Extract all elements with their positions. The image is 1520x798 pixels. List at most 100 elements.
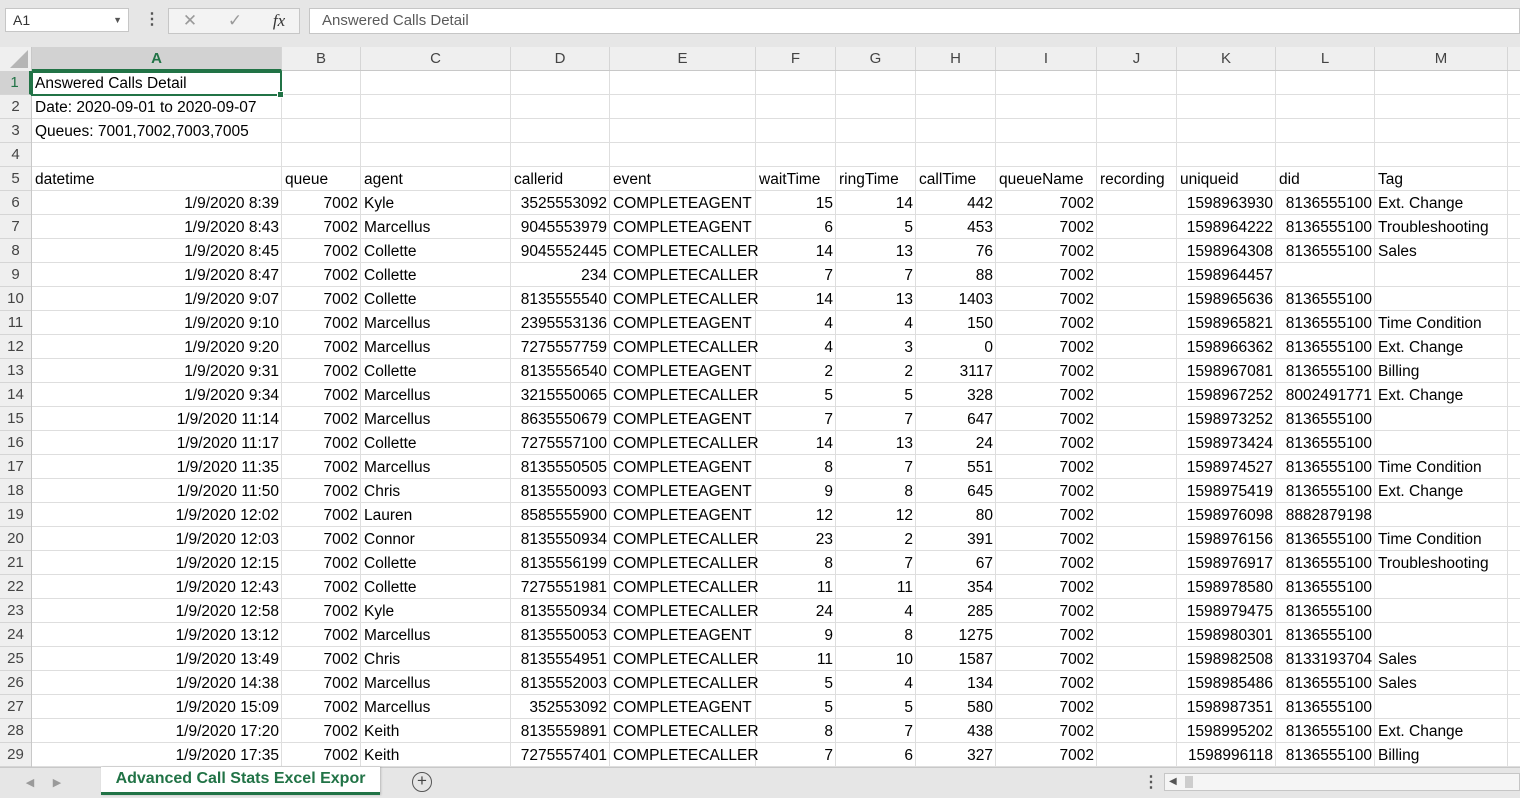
row-header[interactable]: 23 bbox=[0, 599, 31, 623]
cell[interactable]: 7002 bbox=[282, 551, 361, 575]
row-header[interactable]: 29 bbox=[0, 743, 31, 767]
cell[interactable]: COMPLETEAGENT bbox=[610, 503, 756, 527]
column-header-c[interactable]: C bbox=[361, 47, 511, 70]
row-header[interactable]: 3 bbox=[0, 119, 31, 143]
cell[interactable]: 1598976917 bbox=[1177, 551, 1276, 575]
cell[interactable]: 8002491771 bbox=[1276, 383, 1375, 407]
cell[interactable]: 7002 bbox=[282, 431, 361, 455]
cell[interactable]: 8136555100 bbox=[1276, 527, 1375, 551]
cell[interactable]: 67 bbox=[916, 551, 996, 575]
row-header[interactable]: 2 bbox=[0, 95, 31, 119]
cell[interactable]: 11 bbox=[756, 575, 836, 599]
cell[interactable]: 7002 bbox=[282, 455, 361, 479]
cell[interactable]: 1275 bbox=[916, 623, 996, 647]
cell[interactable]: 6 bbox=[756, 215, 836, 239]
cell[interactable]: 1/9/2020 11:35 bbox=[32, 455, 282, 479]
cell[interactable]: 7002 bbox=[996, 551, 1097, 575]
cell[interactable]: 8136555100 bbox=[1276, 311, 1375, 335]
cell[interactable]: 1/9/2020 13:49 bbox=[32, 647, 282, 671]
cell[interactable]: Billing bbox=[1375, 743, 1508, 767]
cell[interactable]: COMPLETECALLER bbox=[610, 431, 759, 455]
cell[interactable]: 8136555100 bbox=[1276, 431, 1375, 455]
column-header-i[interactable]: I bbox=[996, 47, 1097, 70]
cell[interactable]: 7002 bbox=[996, 695, 1097, 719]
cell[interactable]: Troubleshooting bbox=[1375, 551, 1508, 575]
cell[interactable]: 8635550679 bbox=[511, 407, 610, 431]
cell[interactable]: 1/9/2020 9:07 bbox=[32, 287, 282, 311]
cell[interactable]: COMPLETECALLER bbox=[610, 551, 759, 575]
cell[interactable]: Sales bbox=[1375, 671, 1508, 695]
cell[interactable]: Collette bbox=[361, 359, 511, 383]
cell[interactable]: Collette bbox=[361, 575, 511, 599]
cell[interactable]: 88 bbox=[916, 263, 996, 287]
cell[interactable]: 3117 bbox=[916, 359, 996, 383]
row-header[interactable]: 20 bbox=[0, 527, 31, 551]
cell[interactable]: Marcellus bbox=[361, 407, 511, 431]
cell[interactable]: 7002 bbox=[996, 239, 1097, 263]
cell[interactable]: 1/9/2020 12:58 bbox=[32, 599, 282, 623]
row-header[interactable]: 14 bbox=[0, 383, 31, 407]
row-header[interactable]: 17 bbox=[0, 455, 31, 479]
cell[interactable]: 8136555100 bbox=[1276, 551, 1375, 575]
cell[interactable]: 12 bbox=[836, 503, 916, 527]
cell[interactable]: 134 bbox=[916, 671, 996, 695]
column-header-d[interactable]: D bbox=[511, 47, 610, 70]
cell[interactable]: 7002 bbox=[996, 671, 1097, 695]
cell[interactable]: 7 bbox=[836, 551, 916, 575]
select-all-button[interactable] bbox=[0, 47, 32, 71]
cell[interactable]: 1598967252 bbox=[1177, 383, 1276, 407]
scrollbar-thumb[interactable] bbox=[1185, 776, 1193, 788]
cell[interactable]: 1598966362 bbox=[1177, 335, 1276, 359]
cell[interactable]: 8136555100 bbox=[1276, 671, 1375, 695]
row-header[interactable]: 8 bbox=[0, 239, 31, 263]
cell[interactable]: 8135556199 bbox=[511, 551, 610, 575]
cell[interactable]: 8136555100 bbox=[1276, 575, 1375, 599]
row-header[interactable]: 21 bbox=[0, 551, 31, 575]
cell[interactable]: 8 bbox=[836, 479, 916, 503]
cell[interactable]: 9 bbox=[756, 623, 836, 647]
cell[interactable]: 8136555100 bbox=[1276, 743, 1375, 767]
cell[interactable]: Keith bbox=[361, 743, 511, 767]
cell[interactable]: 2 bbox=[836, 527, 916, 551]
cell[interactable]: 23 bbox=[756, 527, 836, 551]
cell[interactable]: Collette bbox=[361, 431, 511, 455]
cell[interactable]: Kyle bbox=[361, 599, 511, 623]
cell[interactable]: COMPLETEAGENT bbox=[610, 215, 756, 239]
chevron-down-icon[interactable]: ▼ bbox=[113, 9, 122, 31]
cell[interactable]: waitTime bbox=[756, 167, 836, 191]
cell[interactable]: 1/9/2020 11:14 bbox=[32, 407, 282, 431]
row-header[interactable]: 16 bbox=[0, 431, 31, 455]
cell[interactable]: 7 bbox=[836, 407, 916, 431]
cell[interactable]: COMPLETEAGENT bbox=[610, 695, 756, 719]
cell[interactable]: 1598987351 bbox=[1177, 695, 1276, 719]
cell[interactable]: Lauren bbox=[361, 503, 511, 527]
cell[interactable]: 1598995202 bbox=[1177, 719, 1276, 743]
cell[interactable]: 8135550053 bbox=[511, 623, 610, 647]
cell[interactable]: 1/9/2020 9:34 bbox=[32, 383, 282, 407]
cell[interactable]: 7002 bbox=[996, 599, 1097, 623]
row-header[interactable]: 19 bbox=[0, 503, 31, 527]
cell[interactable]: 442 bbox=[916, 191, 996, 215]
cell[interactable]: 285 bbox=[916, 599, 996, 623]
cell[interactable]: 8136555100 bbox=[1276, 719, 1375, 743]
cell[interactable]: 7002 bbox=[282, 407, 361, 431]
cell[interactable]: COMPLETEAGENT bbox=[610, 191, 756, 215]
cell[interactable]: 7275557759 bbox=[511, 335, 610, 359]
cell[interactable]: 15 bbox=[756, 191, 836, 215]
cell[interactable]: 8135550934 bbox=[511, 599, 610, 623]
cell[interactable]: 1598974527 bbox=[1177, 455, 1276, 479]
cell[interactable]: Ext. Change bbox=[1375, 479, 1508, 503]
cell[interactable]: 1/9/2020 12:03 bbox=[32, 527, 282, 551]
cell[interactable]: 7 bbox=[836, 263, 916, 287]
cell[interactable]: 7002 bbox=[996, 623, 1097, 647]
cell[interactable]: 7002 bbox=[996, 575, 1097, 599]
row-header[interactable]: 12 bbox=[0, 335, 31, 359]
cell[interactable]: event bbox=[610, 167, 756, 191]
cell[interactable]: 7002 bbox=[282, 359, 361, 383]
cell[interactable]: 8136555100 bbox=[1276, 191, 1375, 215]
cell[interactable]: Marcellus bbox=[361, 335, 511, 359]
cell[interactable]: uniqueid bbox=[1177, 167, 1276, 191]
cell[interactable]: COMPLETECALLER bbox=[610, 671, 759, 695]
cell[interactable]: 7002 bbox=[282, 215, 361, 239]
cell[interactable]: 1/9/2020 17:20 bbox=[32, 719, 282, 743]
